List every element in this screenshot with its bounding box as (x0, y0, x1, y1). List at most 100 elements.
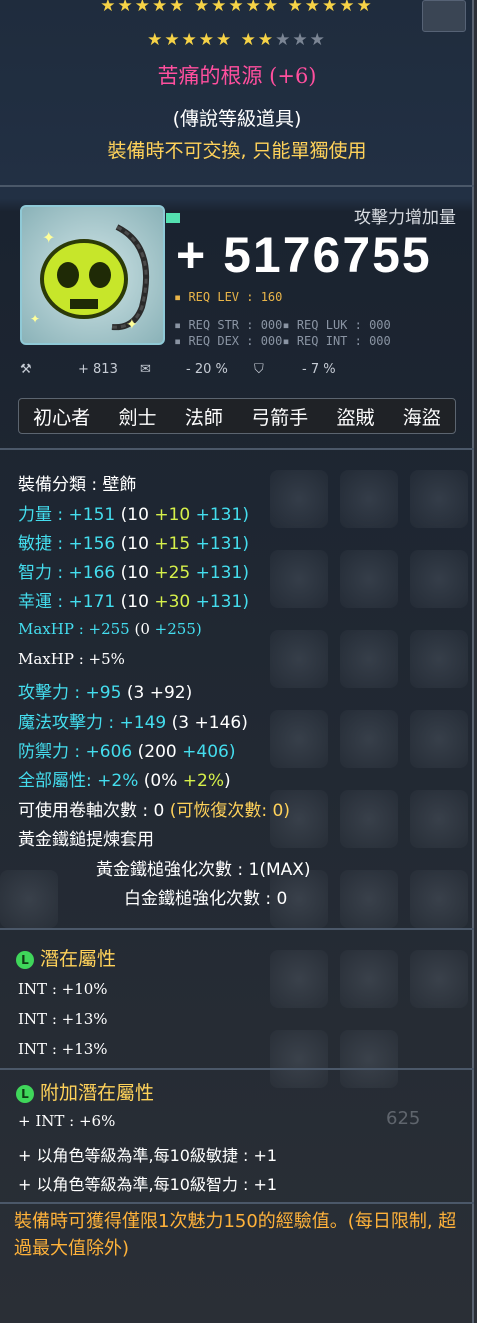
stat-total: +166 (68, 563, 116, 583)
stat-luk: 幸運 : +171 (10 +30 +131) (18, 587, 249, 612)
stat-base: (10 (115, 592, 155, 612)
stat-label: 防禦力 : (18, 742, 86, 762)
item-name: 苦痛的根源 (+6) (157, 64, 317, 88)
job-bowman: 弓箭手 (251, 406, 309, 429)
job-magician: 法師 (184, 406, 223, 429)
stat-base: (10 (115, 563, 155, 583)
stat-label: 力量 : (18, 505, 69, 525)
divider (0, 185, 474, 187)
potential-line: INT : +13% (18, 1010, 108, 1028)
ghost-item-icon (270, 950, 328, 1008)
job-thief: 盜賊 (336, 406, 375, 429)
star-force-row-2: ★★★★★ ★★★★★ (0, 30, 474, 50)
bonus-potential-line: + 以角色等級為準,每10級敏捷 : +1 (18, 1146, 278, 1165)
skull-pendant-icon: ✦ ✦ ✦ (30, 224, 150, 333)
job-warrior: 劍士 (118, 406, 157, 429)
stat-enhance: +131) (190, 505, 249, 525)
ghost-item-icon (0, 870, 58, 928)
stat-label: MaxHP : (18, 620, 89, 638)
job-beginner: 初心者 (33, 406, 91, 429)
stat-label: 魔法攻擊力 : (18, 713, 120, 733)
item-tooltip: 625 ★★★★★ ★★★★★ ★★★★★ ★★★★★ ★★★★★ 苦痛的根源 … (0, 0, 474, 1323)
charm-exp-note: 裝備時可獲得僅限1次魅力150的經驗值。(每日限制, 超過最大值除外) (14, 1211, 457, 1259)
stat-label: 全部屬性: (18, 771, 98, 791)
stat-base: (200 (132, 742, 183, 762)
stat-magic-attack: 魔法攻擊力 : +149 (3 +146) (18, 708, 248, 733)
bonus-potential-rank-icon: L (16, 1084, 34, 1103)
stat-flame: +2% (182, 771, 224, 791)
ghost-item-icon (340, 630, 398, 688)
ghost-item-icon (410, 550, 468, 608)
recoverable-count: (可恢復次數: 0) (164, 801, 290, 821)
ghost-item-icon (340, 550, 398, 608)
bonus-potential-header: L 附加潛在屬性 (16, 1078, 154, 1105)
ghost-item-icon (340, 790, 398, 848)
stat-label: 智力 : (18, 563, 69, 583)
potential-title: 潛在屬性 (40, 948, 117, 970)
divider (0, 448, 474, 450)
stat-flame: +10 (154, 505, 191, 525)
ghost-item-icon (410, 710, 468, 768)
ghost-item-icon (270, 470, 328, 528)
item-icon-frame: ✦ ✦ ✦ (20, 205, 165, 345)
stat-enhance: +131) (190, 534, 249, 554)
stat-flame: +15 (154, 534, 191, 554)
stat-label: 攻擊力 : (18, 683, 86, 703)
ghost-item-icon (340, 950, 398, 1008)
ghost-item-icon (410, 790, 468, 848)
stat-total: +2% (97, 771, 139, 791)
potential-rank-icon: L (16, 950, 34, 969)
star-force-filled: ★★★★★ ★★ (147, 30, 276, 50)
ghost-item-icon (410, 870, 468, 928)
stat-maxhp-percent: MaxHP : +5% (18, 650, 125, 668)
stat-label: 幸運 : (18, 592, 69, 612)
ghost-item-icon (410, 950, 468, 1008)
stat-base: (10 (115, 505, 155, 525)
svg-text:✦: ✦ (30, 312, 40, 326)
trade-restriction: 裝備時不可交換, 只能單獨使用 (107, 140, 367, 162)
scroll-count: 可使用卷軸次數 : 0 (18, 801, 165, 821)
mail-icon: ✉ (140, 362, 151, 377)
background-counter: 625 (386, 1108, 421, 1129)
divider (0, 1068, 474, 1070)
item-rank: (傳說等級道具) (172, 108, 302, 130)
req-level: ▪ REQ LEV : 160 (174, 290, 283, 304)
stat-str: 力量 : +151 (10 +10 +131) (18, 500, 249, 525)
new-tag-marker (166, 213, 180, 223)
stat-total: +149 (119, 713, 167, 733)
stat-base: (0 (129, 620, 155, 638)
stat-close: ) (224, 771, 231, 791)
ghost-item-icon (340, 1030, 398, 1088)
potential-line: INT : +13% (18, 1040, 108, 1058)
sub-stat-2: - 20 % (186, 362, 228, 377)
stat-total: +171 (68, 592, 116, 612)
req-dex-int: ▪ REQ DEX : 000▪ REQ INT : 000 (174, 334, 391, 348)
ghost-item-icon (340, 470, 398, 528)
ghost-item-icon (410, 470, 468, 528)
stat-enhance: +131) (190, 563, 249, 583)
stat-base: (10 (115, 534, 155, 554)
ghost-item-icon (340, 710, 398, 768)
attack-increase-value: + 5176755 (176, 227, 432, 283)
upgrade-icon: ⚒ (20, 362, 32, 377)
stat-total: +95 (85, 683, 122, 703)
golden-hammer-count: 黃金鐵槌強化次數 : 1(MAX) (96, 860, 311, 880)
stat-flame: +25 (154, 563, 191, 583)
stat-int: 智力 : +166 (10 +25 +131) (18, 558, 249, 583)
bonus-potential-line: + INT : +6% (18, 1112, 116, 1130)
hammer-applied: 黃金鐵鎚提煉套用 (18, 830, 154, 850)
stat-total: +156 (68, 534, 116, 554)
bonus-potential-line: + 以角色等級為準,每10級智力 : +1 (18, 1175, 278, 1194)
star-force-row-1: ★★★★★ ★★★★★ ★★★★★ (100, 0, 374, 16)
bonus-potential-title: 附加潛在屬性 (40, 1082, 155, 1104)
stat-enhance: +255) (154, 620, 202, 638)
req-str-luk: ▪ REQ STR : 000▪ REQ LUK : 000 (174, 318, 391, 332)
stat-total: +255 (88, 620, 130, 638)
equip-category: 裝備分類 : 壁飾 (18, 475, 137, 495)
stat-total: +151 (68, 505, 116, 525)
potential-header: L 潛在屬性 (16, 944, 116, 971)
stat-label: 敏捷 : (18, 534, 69, 554)
ghost-item-icon (270, 1030, 328, 1088)
stat-breakdown: (3 +92) (121, 683, 193, 703)
stat-breakdown: (3 +146) (166, 713, 248, 733)
